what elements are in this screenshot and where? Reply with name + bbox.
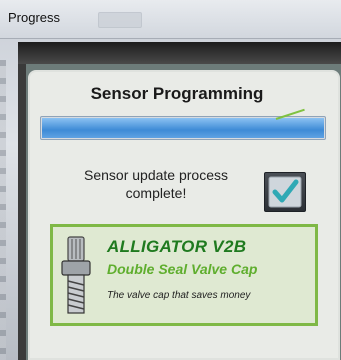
background-edge (0, 60, 6, 360)
ad-title: ALLIGATOR V2B (107, 237, 247, 256)
status-message: Sensor update process complete! (66, 166, 246, 202)
checkmark-icon (268, 176, 302, 208)
complete-checkbox[interactable] (264, 172, 306, 212)
ad-subtitle: Double Seal Valve Cap (107, 261, 258, 277)
dialog-frame-top (18, 42, 341, 64)
title-bar-ghost-tab (98, 12, 142, 28)
status-line-2: complete! (125, 185, 187, 201)
progress-bar (40, 116, 326, 140)
panel-title: Sensor Programming (90, 84, 264, 103)
alligator-ad-banner[interactable]: ALLIGATOR V2B Double Seal Valve Cap The … (50, 224, 318, 326)
status-line-1: Sensor update process (84, 167, 228, 183)
title-bar[interactable]: Progress (0, 0, 341, 39)
progress-bar-fill (42, 118, 324, 138)
window-title: Progress (8, 10, 61, 25)
valve-cap-icon (61, 236, 91, 314)
ad-tagline: The valve cap that saves money (107, 290, 251, 301)
